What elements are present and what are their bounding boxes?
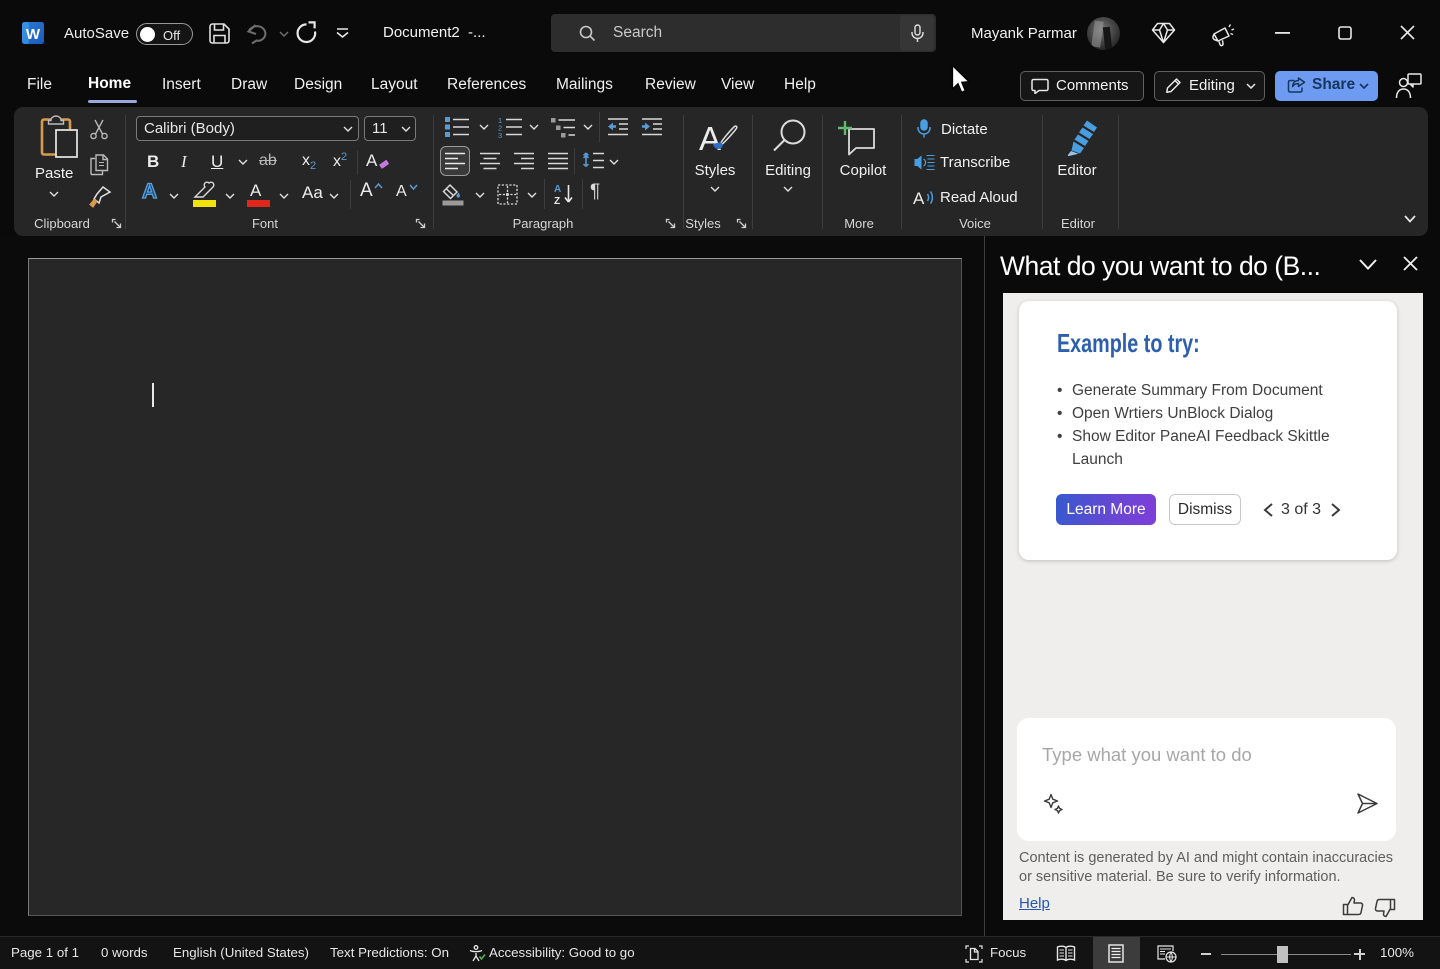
svg-text:W: W xyxy=(26,26,41,43)
svg-text:3: 3 xyxy=(498,131,502,138)
svg-text:A: A xyxy=(554,184,561,195)
svg-text:Z: Z xyxy=(554,196,560,206)
svg-text:A: A xyxy=(913,189,925,207)
svg-text:A: A xyxy=(699,120,721,157)
